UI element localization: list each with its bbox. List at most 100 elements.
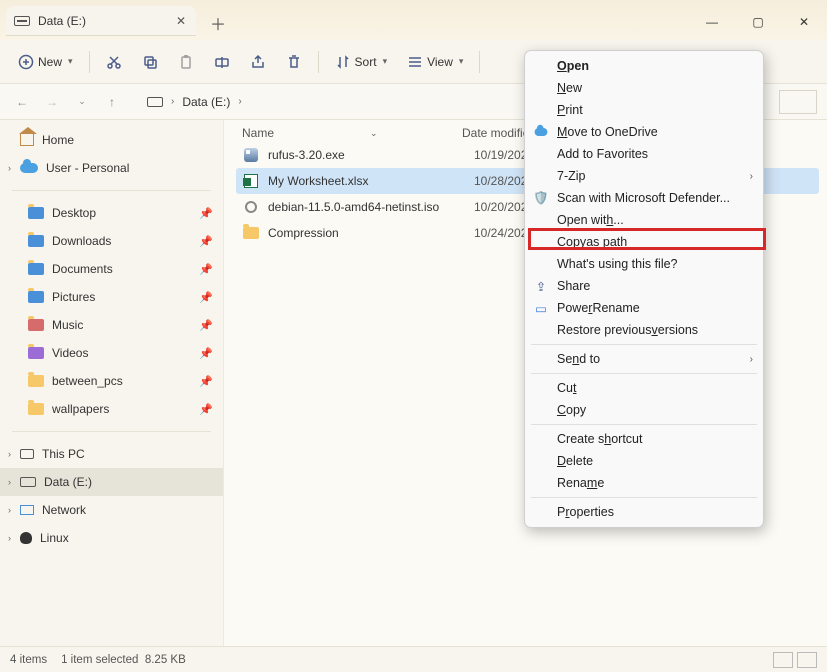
tab-title: Data (E:) — [38, 14, 86, 28]
pin-icon: 📌 — [199, 347, 213, 360]
linux-icon — [20, 532, 32, 544]
copy-icon — [142, 54, 158, 70]
sidebar-videos[interactable]: Videos📌 — [0, 339, 223, 367]
chevron-right-icon[interactable]: › — [8, 449, 11, 459]
menu-copy-path[interactable]: Copy as path — [525, 231, 763, 253]
menu-rename[interactable]: Rename — [525, 472, 763, 494]
thumbnails-view-button[interactable] — [797, 652, 817, 668]
chevron-right-icon[interactable]: › — [8, 533, 11, 543]
menu-print[interactable]: Print — [525, 99, 763, 121]
sidebar-this-pc[interactable]: ›This PC — [0, 440, 223, 468]
chevron-right-icon[interactable]: › — [8, 163, 11, 173]
menu-open[interactable]: Open — [525, 55, 763, 77]
sidebar-between-pcs[interactable]: between_pcs📌 — [0, 367, 223, 395]
exe-icon — [244, 148, 258, 162]
sort-icon — [335, 54, 351, 70]
menu-properties[interactable]: Properties — [525, 501, 763, 523]
menu-move-onedrive[interactable]: Move to OneDrive — [525, 121, 763, 143]
sidebar-documents[interactable]: Documents📌 — [0, 255, 223, 283]
onedrive-icon — [20, 163, 38, 173]
pin-icon: 📌 — [199, 235, 213, 248]
menu-create-shortcut[interactable]: Create shortcut — [525, 428, 763, 450]
menu-whats-using[interactable]: What's using this file? — [525, 253, 763, 275]
minimize-button[interactable]: — — [689, 6, 735, 38]
pin-icon: 📌 — [199, 207, 213, 220]
close-button[interactable]: ✕ — [781, 6, 827, 38]
paste-icon — [178, 54, 194, 70]
pictures-icon — [28, 291, 44, 303]
details-view-button[interactable] — [773, 652, 793, 668]
copy-button[interactable] — [134, 50, 166, 74]
sidebar-music[interactable]: Music📌 — [0, 311, 223, 339]
drive-icon — [14, 16, 30, 26]
sort-button[interactable]: Sort ▾ — [327, 50, 396, 74]
menu-open-with[interactable]: Open with... — [525, 209, 763, 231]
home-icon — [20, 134, 34, 146]
sidebar-desktop[interactable]: Desktop📌 — [0, 199, 223, 227]
sidebar-pictures[interactable]: Pictures📌 — [0, 283, 223, 311]
new-button[interactable]: New ▾ — [10, 50, 81, 74]
pc-icon — [20, 449, 34, 459]
recent-button[interactable]: ⌄ — [70, 90, 94, 114]
chevron-right-icon: › — [238, 96, 241, 107]
sidebar-user[interactable]: › User - Personal — [0, 154, 223, 182]
sidebar-wallpapers[interactable]: wallpapers📌 — [0, 395, 223, 423]
menu-7zip[interactable]: 7-Zip› — [525, 165, 763, 187]
share-button[interactable] — [242, 50, 274, 74]
maximize-button[interactable]: ▢ — [735, 6, 781, 38]
plus-circle-icon — [18, 54, 34, 70]
chevron-down-icon: ▾ — [68, 56, 73, 67]
menu-new[interactable]: New — [525, 77, 763, 99]
sidebar-network[interactable]: ›Network — [0, 496, 223, 524]
menu-powerrename[interactable]: ▭PowerRename — [525, 297, 763, 319]
music-icon — [28, 319, 44, 331]
pin-icon: 📌 — [199, 319, 213, 332]
chevron-right-icon[interactable]: › — [8, 477, 11, 487]
delete-button[interactable] — [278, 50, 310, 74]
chevron-right-icon[interactable]: › — [8, 505, 11, 515]
sidebar-downloads[interactable]: Downloads📌 — [0, 227, 223, 255]
menu-share[interactable]: ⇪Share — [525, 275, 763, 297]
menu-defender[interactable]: 🛡️Scan with Microsoft Defender... — [525, 187, 763, 209]
sidebar-linux[interactable]: ›Linux — [0, 524, 223, 552]
pin-icon: 📌 — [199, 263, 213, 276]
sidebar: Home › User - Personal Desktop📌 Download… — [0, 120, 224, 668]
pin-icon: 📌 — [199, 375, 213, 388]
new-tab-button[interactable]: ＋ — [210, 11, 226, 35]
rename-button[interactable] — [206, 50, 238, 74]
search-input[interactable] — [779, 90, 817, 114]
menu-copy[interactable]: Copy — [525, 399, 763, 421]
sidebar-home[interactable]: Home — [0, 126, 223, 154]
tab-close-icon[interactable]: ✕ — [176, 14, 186, 28]
desktop-icon — [28, 207, 44, 219]
folder-icon — [28, 403, 44, 415]
chevron-right-icon: › — [750, 354, 753, 365]
menu-restore-versions[interactable]: Restore previous versions — [525, 319, 763, 341]
documents-icon — [28, 263, 44, 275]
shield-icon: 🛡️ — [533, 190, 549, 206]
drive-icon — [20, 477, 36, 487]
folder-icon — [243, 227, 259, 239]
status-item-count: 4 items — [10, 654, 47, 666]
powerrename-icon: ▭ — [533, 300, 549, 316]
network-icon — [20, 505, 34, 515]
menu-send-to[interactable]: Send to› — [525, 348, 763, 370]
sidebar-data-e[interactable]: ›Data (E:) — [0, 468, 223, 496]
onedrive-icon — [535, 128, 548, 136]
back-button[interactable]: ← — [10, 90, 34, 114]
menu-add-favorites[interactable]: Add to Favorites — [525, 143, 763, 165]
menu-cut[interactable]: Cut — [525, 377, 763, 399]
iso-icon — [245, 201, 257, 213]
cut-button[interactable] — [98, 50, 130, 74]
up-button[interactable]: ↑ — [100, 90, 124, 114]
xlsx-icon — [244, 174, 258, 188]
tab-data-e[interactable]: Data (E:) ✕ — [6, 6, 196, 36]
view-button[interactable]: View ▾ — [399, 50, 471, 74]
column-header-name[interactable]: Name⌄ — [242, 126, 462, 140]
menu-delete[interactable]: Delete — [525, 450, 763, 472]
forward-button[interactable]: → — [40, 90, 64, 114]
pin-icon: 📌 — [199, 291, 213, 304]
status-selection: 1 item selected 8.25 KB — [61, 654, 186, 666]
chevron-down-icon: ▾ — [459, 56, 464, 67]
paste-button[interactable] — [170, 50, 202, 74]
